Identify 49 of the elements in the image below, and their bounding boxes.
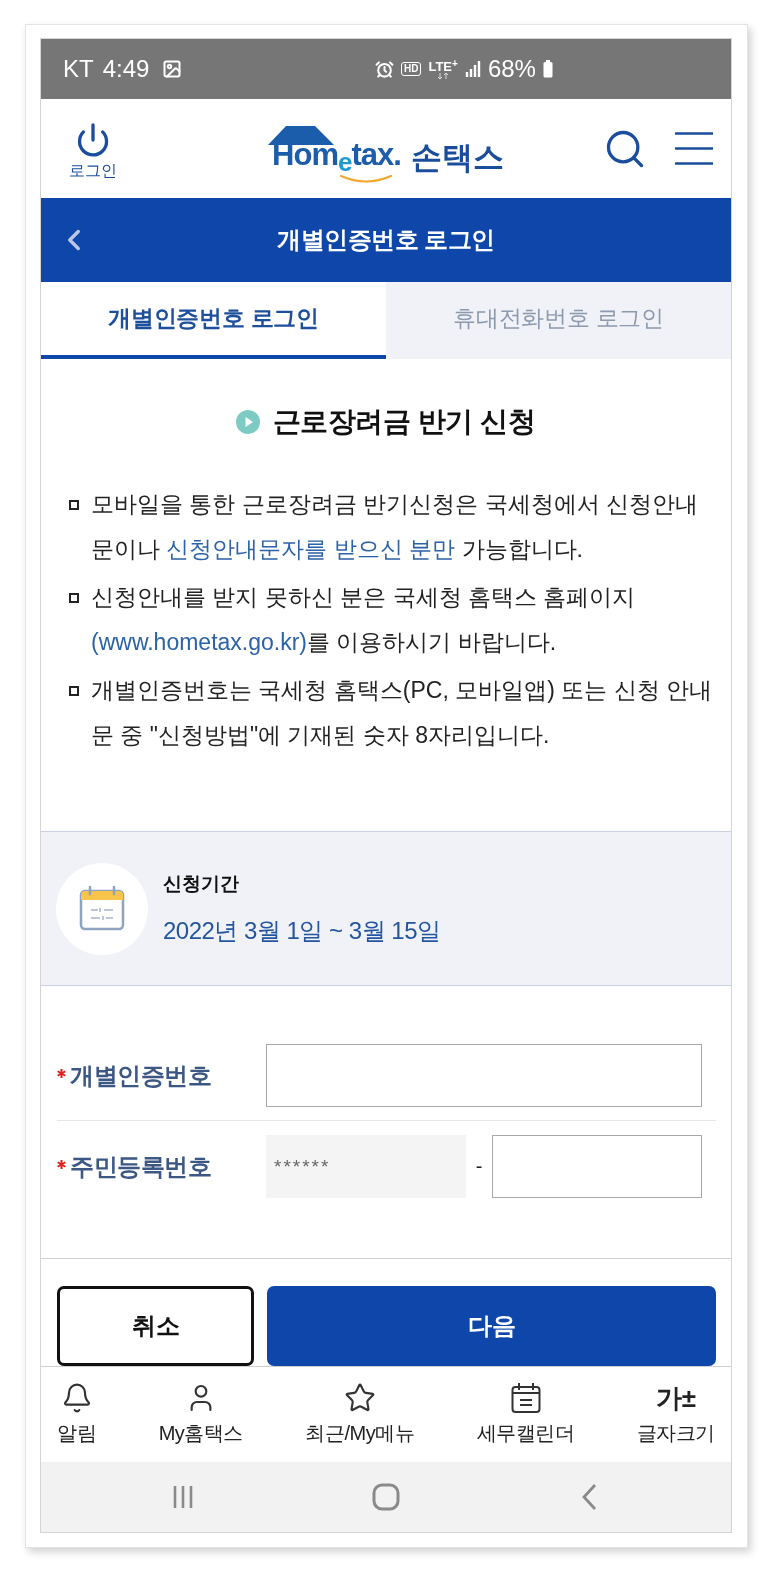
picture-icon [162, 59, 183, 79]
status-time: 4:49 [102, 57, 150, 81]
masked-field: ****** [266, 1135, 466, 1198]
nav-item[interactable]: 가± 글자크기 [636, 1382, 715, 1447]
logo-wordmark: Hom$_{e}$tax. [271, 139, 401, 175]
nav-item[interactable]: 세무캘린더 [476, 1382, 575, 1447]
period-label: 신청기간 [163, 871, 240, 896]
nav-item[interactable]: 알림 [57, 1382, 96, 1447]
signal-icon [464, 61, 481, 77]
nav-item[interactable]: My홈택스 [158, 1382, 243, 1447]
square-bullet-icon [69, 686, 79, 696]
field-label: 주민등록번호 [70, 1151, 211, 1182]
field-label: 개별인증번호 [70, 1060, 211, 1091]
input-field[interactable] [266, 1044, 702, 1107]
period-dates: 2022년 3월 1일 ~ 3월 15일 [163, 915, 441, 946]
battery-percent: 68% [487, 57, 536, 81]
font-size-glyph: 가± [656, 1382, 696, 1414]
next-button[interactable]: 다음 [267, 1286, 716, 1366]
home-icon[interactable] [372, 1483, 400, 1511]
website-link[interactable]: (www.hometax.go.kr) [91, 629, 307, 655]
notice-title: 근로장려금 반기 신청 [272, 405, 536, 439]
square-bullet-icon [69, 593, 79, 603]
cancel-button[interactable]: 취소 [57, 1286, 254, 1366]
power-icon [75, 121, 111, 158]
house-roof-icon [268, 126, 335, 145]
network-type: LTE$^{+}$ [428, 59, 458, 73]
notice-text: 개별인증번호는 국세청 홈택스(PC, 모바일앱) 또는 신청 안내문 중 "신청방법"에 기재된 숫자 8자리입니다. [91, 676, 712, 750]
square-bullet-icon [69, 500, 79, 510]
recent-apps-icon[interactable] [172, 1485, 193, 1509]
separator-dash: - [475, 1155, 483, 1178]
page-title: 개별인증번호 로그인 [276, 225, 496, 255]
menu-icon[interactable] [675, 132, 713, 165]
battery-icon [542, 60, 553, 78]
login-button[interactable]: 로그인 [69, 121, 117, 182]
notice-text: 모바일을 통한 근로장려금 반기신청은 국세청에서 신청안내문이나 신청안내문자를 받으신 분만 가능합니다. [91, 490, 699, 564]
nav-item[interactable]: 최근/My메뉴 [305, 1382, 415, 1447]
carrier-name: KT [63, 57, 94, 81]
alarm-clock-icon [375, 59, 394, 79]
hd-voice-indicator: HD [401, 62, 422, 76]
smile-curve-icon [340, 175, 393, 184]
data-arrows-icon [437, 73, 450, 79]
calendar-icon [56, 862, 148, 955]
calendar-icon [510, 1382, 541, 1414]
notice-text: 신청안내를 받지 못하신 분은 국세청 홈택스 홈페이지 (www.hometax.go.kr)를 이용하시기 바랍니다. [91, 583, 637, 657]
play-circle-icon [235, 410, 260, 434]
back-icon[interactable] [581, 1483, 598, 1511]
input-field[interactable] [492, 1135, 702, 1198]
app-name: 손택스 [410, 142, 504, 173]
star-icon [343, 1382, 376, 1414]
